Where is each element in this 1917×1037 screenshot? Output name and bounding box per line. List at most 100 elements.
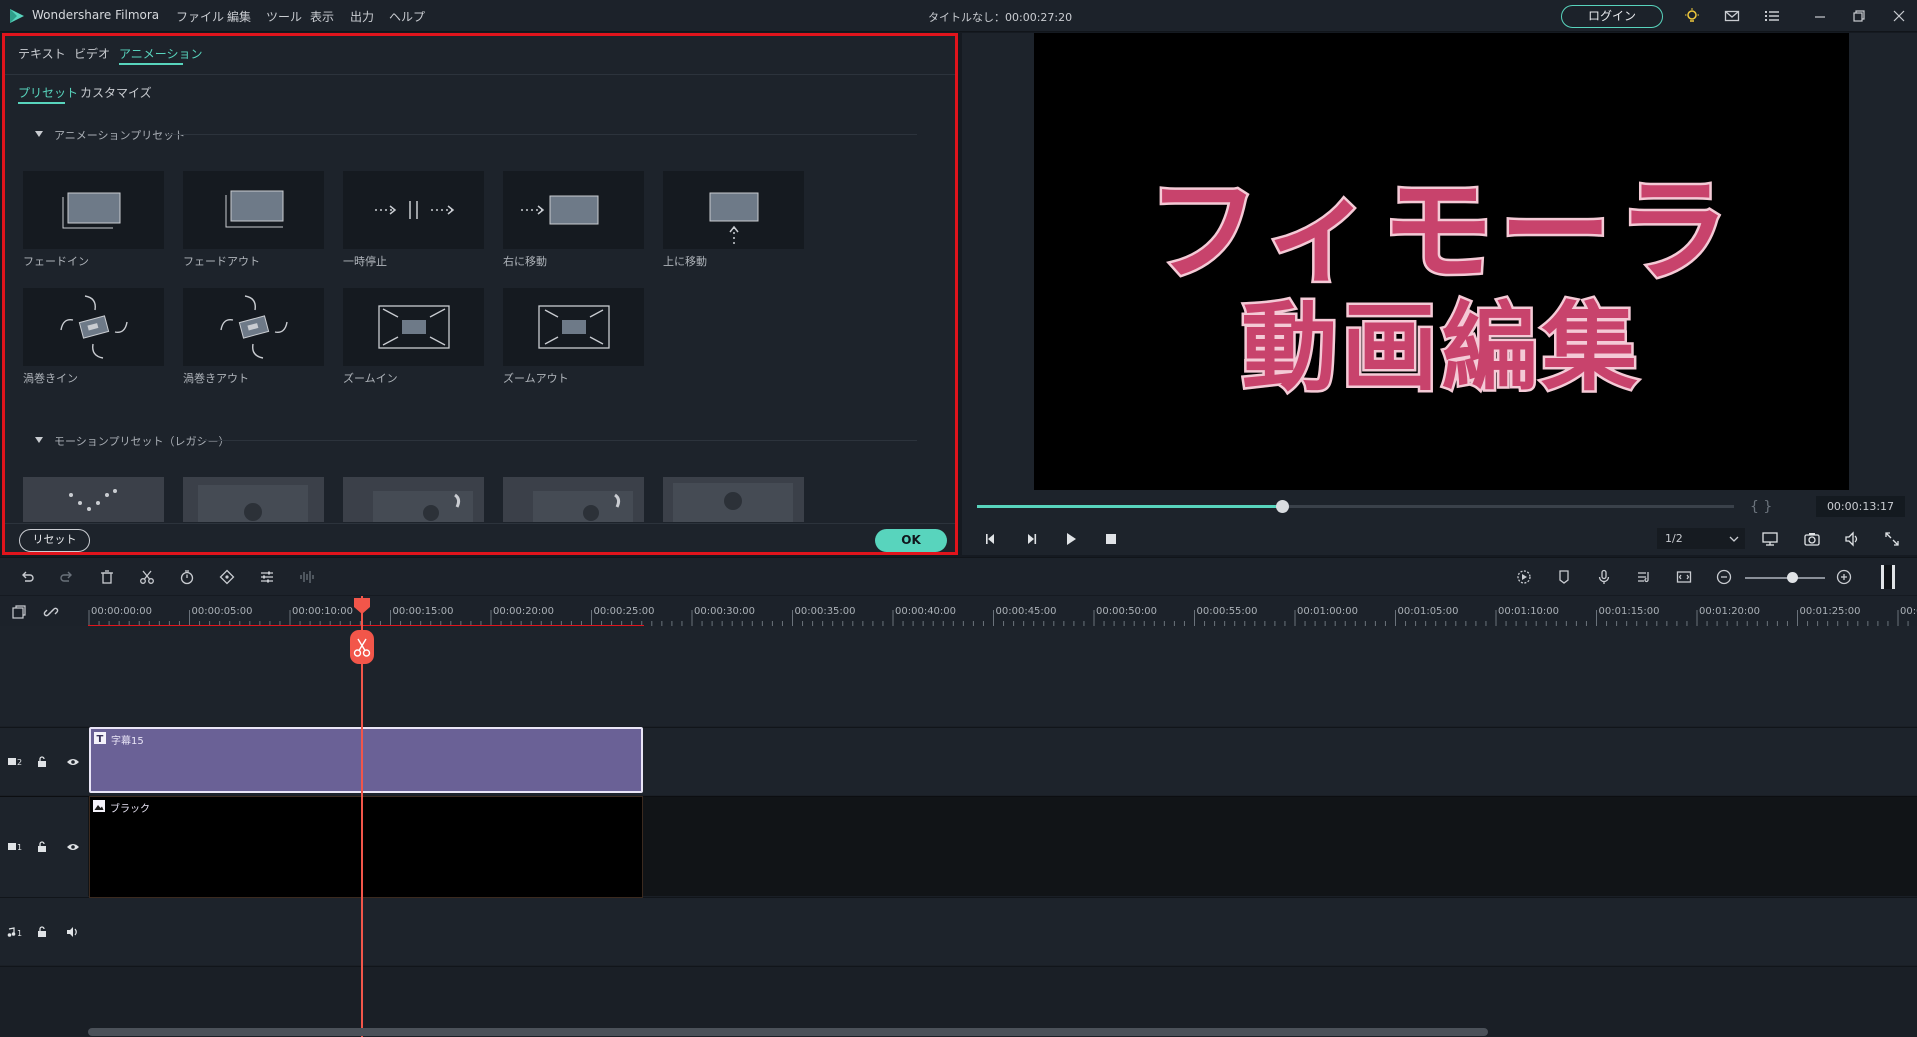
ruler-time-label: 00:00:05:00 <box>191 606 253 617</box>
lock-icon[interactable] <box>36 840 48 854</box>
lightbulb-icon[interactable] <box>1684 8 1700 24</box>
legacy-preset-thumbnail <box>69 489 117 511</box>
preset-zoom-out[interactable] <box>503 288 644 366</box>
login-button[interactable]: ログイン <box>1561 5 1663 28</box>
legacy-preset-1[interactable] <box>23 477 164 522</box>
add-track-icon[interactable] <box>11 604 27 620</box>
preset-pause[interactable] <box>343 171 484 249</box>
timeline-scrollbar[interactable] <box>88 1028 1488 1036</box>
mark-in-out-icon[interactable]: { } <box>1748 498 1788 516</box>
link-icon[interactable] <box>43 604 59 620</box>
ruler-time-label: 00:00:30:00 <box>694 606 756 617</box>
marker-icon[interactable] <box>1556 569 1572 585</box>
adjust-sliders-icon[interactable] <box>259 569 275 585</box>
lock-icon[interactable] <box>36 755 48 769</box>
track-header: 1 <box>0 898 88 966</box>
menu-help[interactable]: ヘルプ <box>389 8 425 25</box>
eye-icon[interactable] <box>66 841 80 853</box>
snapshot-camera-icon[interactable] <box>1803 530 1821 548</box>
ruler-time-label: 00:00:55:00 <box>1196 606 1258 617</box>
menu-file[interactable]: ファイル <box>176 8 224 25</box>
delete-icon[interactable] <box>99 569 115 585</box>
tab-preset-underline <box>18 102 65 104</box>
timeline-ruler[interactable]: 00:00:00:00 00:00:05:00 00:00:10:00 00:00:1… <box>0 596 1917 627</box>
preset-fade-out[interactable] <box>183 171 324 249</box>
mail-icon[interactable] <box>1724 8 1740 24</box>
preview-progress-fill <box>977 505 1283 508</box>
timeline-zoom-handle[interactable] <box>1787 572 1798 583</box>
legacy-preset-2[interactable] <box>183 477 324 522</box>
menu-tools[interactable]: ツール <box>266 8 302 25</box>
ruler-time-label: 00:00:20:00 <box>493 606 555 617</box>
keyframe-icon[interactable] <box>219 569 235 585</box>
tab-text[interactable]: テキスト <box>18 45 66 62</box>
tab-preset[interactable]: プリセット <box>18 84 78 101</box>
render-preview-icon[interactable] <box>1516 569 1532 585</box>
zoom-in-timeline-icon[interactable] <box>1836 569 1852 585</box>
menu-export[interactable]: 出力 <box>350 8 374 25</box>
menu-edit[interactable]: 編集 <box>227 8 251 25</box>
microphone-icon[interactable] <box>1596 569 1612 585</box>
restore-icon[interactable] <box>1851 8 1867 24</box>
scissors-icon[interactable] <box>139 569 155 585</box>
redo-icon[interactable] <box>59 569 75 585</box>
tab-video[interactable]: ビデオ <box>74 45 110 62</box>
preview-progress-handle[interactable] <box>1276 500 1290 513</box>
zoom-out-timeline-icon[interactable] <box>1716 569 1732 585</box>
video-track-icon: 2 <box>8 758 22 767</box>
preview-zoom-select[interactable]: 1/2 <box>1657 528 1745 549</box>
preset-zoom-in[interactable] <box>343 288 484 366</box>
preset-label-fade-in: フェードイン <box>23 255 89 268</box>
next-frame-icon[interactable] <box>1023 531 1039 547</box>
timeline-zoom-slider[interactable] <box>1745 577 1825 579</box>
volume-icon[interactable] <box>1843 530 1861 548</box>
audio-mixer-icon[interactable] <box>1636 569 1652 585</box>
list-menu-icon[interactable] <box>1764 8 1780 24</box>
close-icon[interactable] <box>1891 8 1907 24</box>
previous-frame-icon[interactable] <box>983 531 999 547</box>
legacy-preset-3[interactable] <box>343 477 484 522</box>
preset-move-right[interactable] <box>503 171 644 249</box>
black-clip[interactable]: ブラック <box>89 796 643 898</box>
filmora-logo-icon <box>10 9 24 23</box>
legacy-preset-5[interactable] <box>663 477 804 522</box>
preview-title-line2: 動画編集 <box>1239 290 1642 407</box>
ok-button[interactable]: OK <box>875 529 947 552</box>
undo-icon[interactable] <box>19 569 35 585</box>
lock-icon[interactable] <box>36 925 48 939</box>
tab-animation[interactable]: アニメーション <box>119 45 203 62</box>
speed-timer-icon[interactable] <box>179 569 195 585</box>
collapse-caret-icon[interactable] <box>35 131 43 137</box>
track-header: 2 <box>0 728 88 796</box>
play-icon[interactable] <box>1063 531 1079 547</box>
preset-label-move-right: 右に移動 <box>503 255 547 268</box>
eye-icon[interactable] <box>66 756 80 768</box>
fade-in-icon <box>62 192 121 229</box>
title-clip[interactable]: T 字幕15 <box>89 727 643 793</box>
ruler-time-label: 00:00:50:00 <box>1096 606 1158 617</box>
preset-spiral-in[interactable] <box>23 288 164 366</box>
fullscreen-icon[interactable] <box>1883 530 1901 548</box>
ruler-time-label: 00:00:00:00 <box>91 606 153 617</box>
fit-to-timeline-icon[interactable] <box>1676 569 1692 585</box>
stop-icon[interactable] <box>1103 531 1119 547</box>
preset-fade-in[interactable] <box>23 171 164 249</box>
collapse-caret-icon[interactable] <box>35 437 43 443</box>
track-number: 2 <box>17 758 22 767</box>
panel-toggle-icon[interactable] <box>1881 565 1895 589</box>
preset-spiral-out[interactable] <box>183 288 324 366</box>
preset-label-spiral-out: 渦巻きアウト <box>183 372 249 385</box>
menu-view[interactable]: 表示 <box>310 8 334 25</box>
audio-waveform-icon[interactable] <box>299 569 315 585</box>
tab-customize[interactable]: カスタマイズ <box>80 84 152 101</box>
display-settings-icon[interactable] <box>1761 530 1779 548</box>
preset-move-up[interactable] <box>663 171 804 249</box>
preset-label-spiral-in: 渦巻きイン <box>23 372 78 385</box>
playhead-handle[interactable] <box>353 597 371 615</box>
legacy-preset-4[interactable] <box>503 477 644 522</box>
minimize-icon[interactable] <box>1812 8 1828 24</box>
split-scissors-icon[interactable] <box>350 630 374 664</box>
preview-canvas[interactable]: フィモーラ 動画編集 <box>1034 33 1849 490</box>
reset-button[interactable]: リセット <box>19 529 90 552</box>
speaker-icon[interactable] <box>66 926 80 938</box>
